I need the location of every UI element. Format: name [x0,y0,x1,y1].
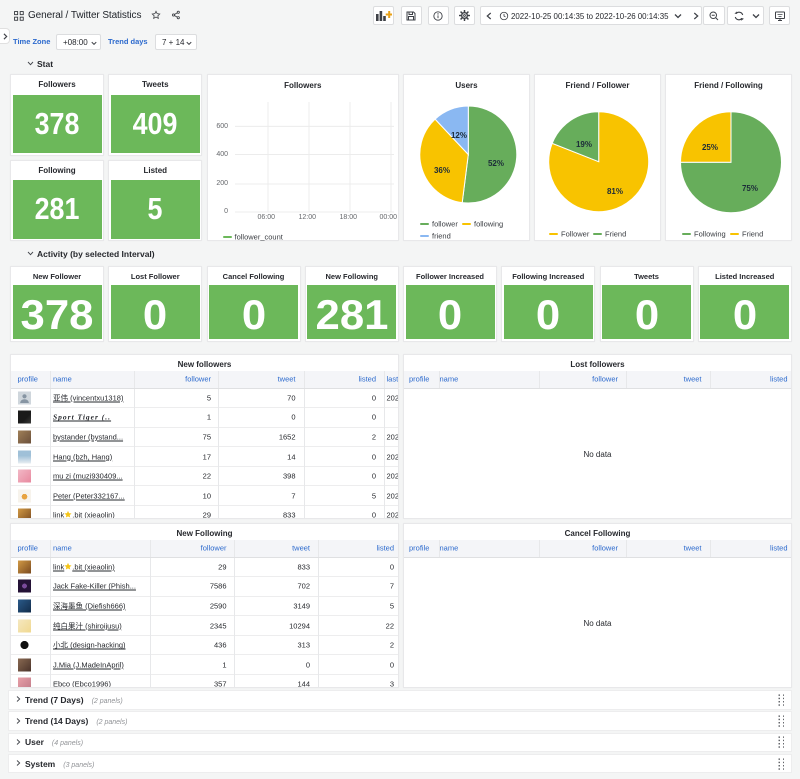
svg-text:75%: 75% [742,184,758,193]
svg-text:25%: 25% [702,143,718,152]
svg-text:12%: 12% [451,131,467,140]
svg-text:52%: 52% [488,159,504,168]
svg-text:19%: 19% [576,140,592,149]
svg-text:81%: 81% [607,187,623,196]
svg-text:36%: 36% [434,166,450,175]
